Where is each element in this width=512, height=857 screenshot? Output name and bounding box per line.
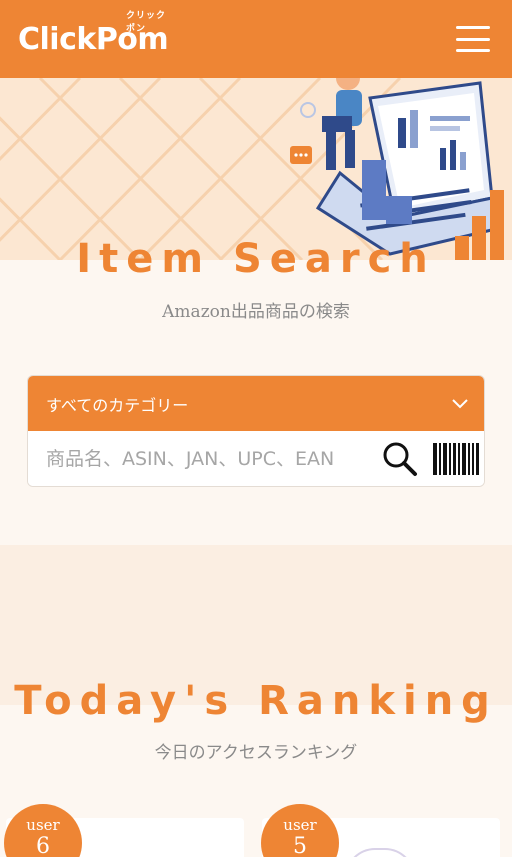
item-search-title: Item Search	[76, 236, 436, 282]
badge-label: user	[26, 816, 60, 834]
ranking-title: Today's Ranking	[14, 678, 498, 724]
site-header: クリックポン ClickPom	[0, 0, 512, 78]
hamburger-menu-icon[interactable]	[456, 26, 490, 52]
search-row	[28, 431, 484, 486]
user-rank-badge: user 5	[261, 804, 339, 857]
category-select[interactable]: すべてのカテゴリー	[28, 376, 484, 431]
magnifier-icon	[383, 442, 417, 476]
ranking-subtitle: 今日のアクセスランキング	[154, 743, 358, 763]
badge-label: user	[283, 816, 317, 834]
search-panel: すべてのカテゴリー	[28, 376, 484, 486]
chevron-down-icon	[452, 398, 468, 408]
badge-number: 5	[293, 834, 307, 857]
person-with-laptop-illustration	[0, 78, 504, 260]
barcode-scan-button[interactable]	[428, 431, 484, 486]
logo-kana: クリックポン	[126, 9, 167, 33]
search-button[interactable]	[372, 431, 428, 486]
search-input[interactable]	[28, 431, 372, 486]
badge-number: 6	[36, 834, 50, 857]
user-rank-badge: user 6	[4, 804, 82, 857]
category-select-label: すべてのカテゴリー	[46, 397, 189, 415]
barcode-icon	[433, 442, 479, 475]
site-logo[interactable]: クリックポン ClickPom	[18, 10, 169, 57]
item-search-subtitle: Amazon出品商品の検索	[162, 302, 350, 322]
hero-banner	[0, 78, 512, 260]
